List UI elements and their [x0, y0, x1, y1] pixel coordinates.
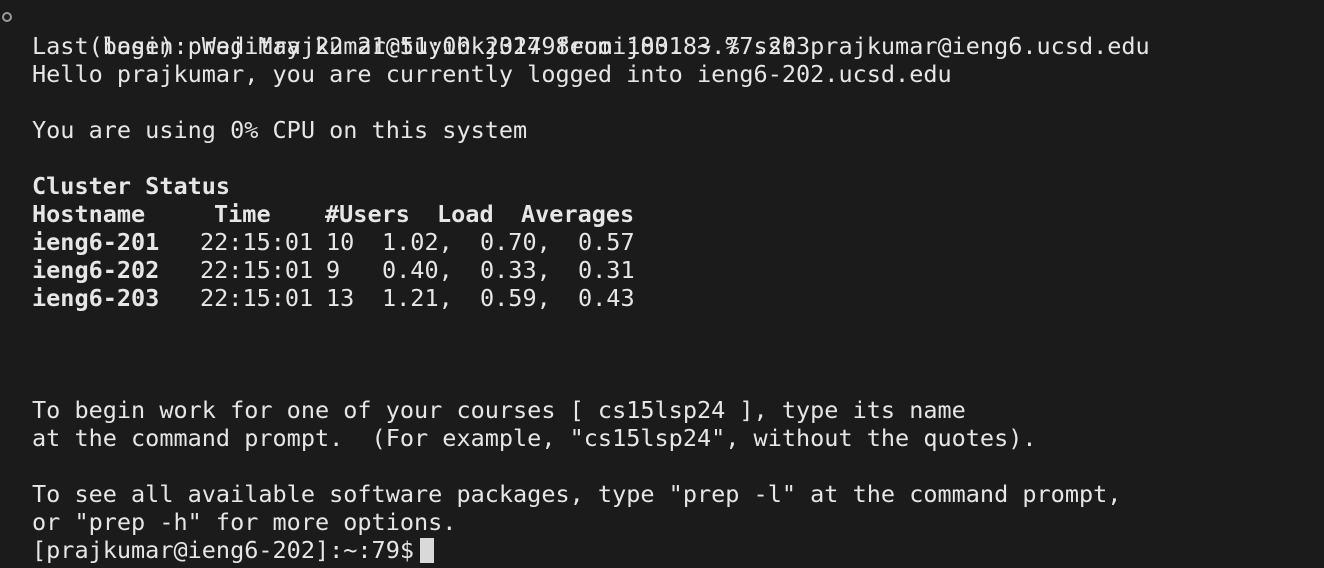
prep-line-2: or "prep -h" for more options. — [32, 508, 457, 536]
command-text: (base) prajitrajkumar@tuyihkj31798euoij8… — [88, 32, 1150, 60]
row-users: 9 — [326, 256, 341, 284]
row-load-1: 1.21, — [382, 284, 453, 312]
cluster-table-header: Hostname Time #Users Load Averages — [0, 200, 1324, 228]
header-time: Time — [214, 200, 271, 228]
row-load-15: 0.43 — [578, 284, 635, 312]
row-load-15: 0.31 — [578, 256, 635, 284]
command-line: (base) prajitrajkumar@tuyihkj31798euoij8… — [0, 4, 1324, 60]
cluster-table-row: ieng6-201 22:15:01 10 1.02, 0.70, 0.57 — [0, 228, 1324, 256]
shell-prompt-line[interactable]: [prajkumar@ieng6-202]:~:79$ — [0, 536, 1324, 564]
row-load-5: 0.33, — [480, 256, 551, 284]
courses-line-1: To begin work for one of your courses [ … — [32, 396, 966, 424]
row-time: 22:15:01 — [200, 284, 314, 312]
hello-line: Hello prajkumar, you are currently logge… — [32, 60, 952, 88]
cpu-line: You are using 0% CPU on this system — [32, 116, 528, 144]
row-load-5: 0.70, — [480, 228, 551, 256]
cluster-table-row: ieng6-202 22:15:01 9 0.40, 0.33, 0.31 — [0, 256, 1324, 284]
row-time: 22:15:01 — [200, 256, 314, 284]
command-status-icon — [2, 12, 12, 22]
header-load: Load — [437, 200, 494, 228]
row-load-1: 0.40, — [382, 256, 453, 284]
row-hostname: ieng6-201 — [32, 228, 160, 256]
terminal-window[interactable]: (base) prajitrajkumar@tuyihkj31798euoij8… — [0, 0, 1324, 568]
row-load-1: 1.02, — [382, 228, 453, 256]
row-users: 13 — [326, 284, 355, 312]
courses-line-2: at the command prompt. (For example, "cs… — [32, 424, 1037, 452]
row-load-5: 0.59, — [480, 284, 551, 312]
text-cursor — [420, 538, 435, 563]
shell-prompt: [prajkumar@ieng6-202]:~:79$ — [32, 536, 415, 564]
row-time: 22:15:01 — [200, 228, 314, 256]
prep-line-1: To see all available software packages, … — [32, 480, 1122, 508]
cluster-table-row: ieng6-203 22:15:01 13 1.21, 0.59, 0.43 — [0, 284, 1324, 312]
cluster-status-title: Cluster Status — [32, 172, 231, 200]
row-load-15: 0.57 — [578, 228, 635, 256]
header-averages: Averages — [521, 200, 635, 228]
header-hostname: Hostname — [32, 200, 146, 228]
row-users: 10 — [326, 228, 355, 256]
row-hostname: ieng6-202 — [32, 256, 160, 284]
header-users: #Users — [325, 200, 410, 228]
row-hostname: ieng6-203 — [32, 284, 160, 312]
